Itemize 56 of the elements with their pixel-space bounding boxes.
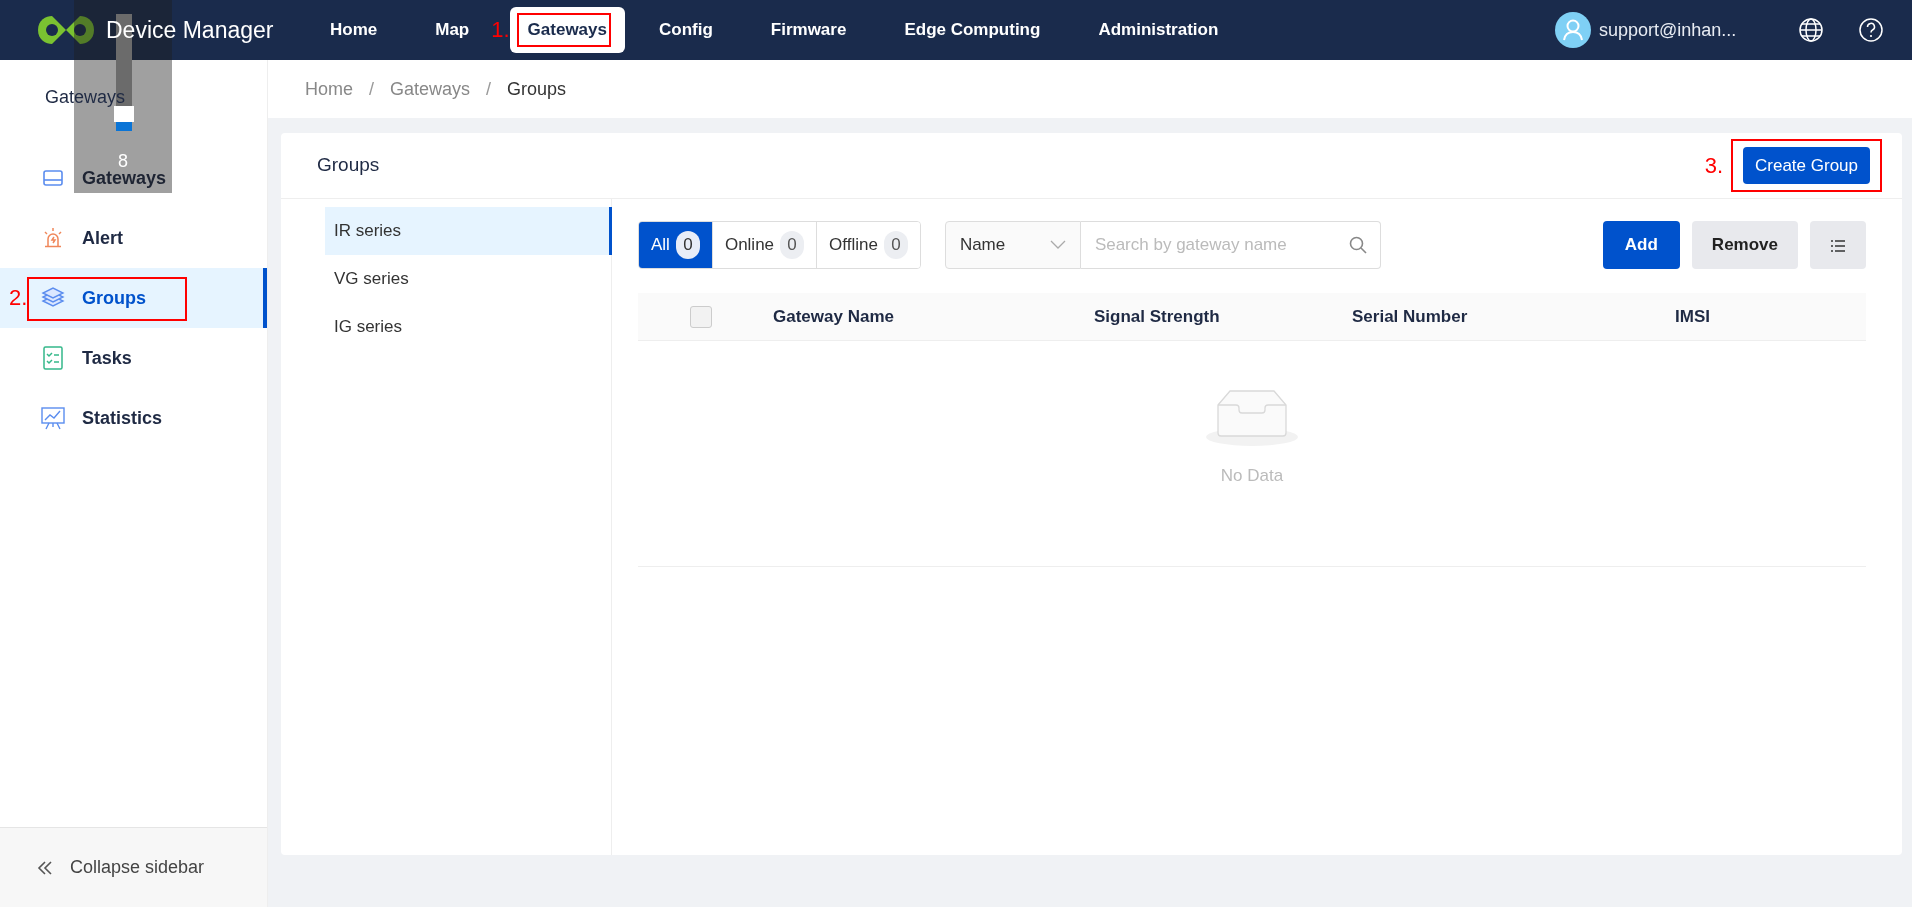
breadcrumb-current: Groups — [507, 77, 567, 101]
select-all-checkbox[interactable] — [690, 305, 712, 328]
breadcrumb-link[interactable]: Home — [305, 75, 353, 103]
count-badge: 0 — [675, 231, 700, 259]
breadcrumb-separator: / — [369, 77, 375, 101]
sidebar-item[interactable]: Statistics — [0, 388, 267, 448]
alarm-icon — [42, 227, 64, 249]
add-button[interactable]: Add — [1602, 221, 1680, 269]
nav-tab[interactable]: Edge Computing — [886, 7, 1059, 53]
list-icon — [1830, 238, 1846, 253]
breadcrumb-link[interactable]: Gateways — [390, 75, 471, 103]
chart-board-icon — [41, 406, 65, 430]
column-header: Signal Strength — [1094, 305, 1220, 328]
nav-tab[interactable]: Firmware — [752, 7, 865, 53]
annotation-number: 2. — [9, 287, 28, 309]
card-title: Groups — [317, 153, 380, 178]
drive-icon — [42, 169, 64, 187]
avatar-icon — [1555, 12, 1591, 48]
search-field[interactable]: Search by gateway name — [1080, 221, 1381, 269]
user-email[interactable]: support@inhan... — [1599, 16, 1774, 44]
nav-tab[interactable]: Config — [641, 7, 731, 53]
filter-tab[interactable]: Offline 0 — [816, 222, 920, 268]
volume-reading: 8 — [117, 150, 129, 171]
nav-tab[interactable]: Map — [417, 7, 488, 53]
checklist-icon — [43, 346, 63, 370]
breadcrumb-separator: / — [486, 77, 492, 101]
nav-tab[interactable]: Home — [312, 7, 396, 53]
filter-tab[interactable]: All 0 — [639, 222, 712, 268]
field-select[interactable]: Name — [944, 221, 1081, 269]
sidebar-item[interactable]: Tasks — [0, 328, 267, 388]
nav-tab[interactable]: Gateways — [509, 7, 625, 53]
annotation-number: 1. — [491, 19, 510, 41]
column-settings-button[interactable] — [1810, 221, 1866, 269]
column-header: Serial Number — [1352, 305, 1468, 328]
search-icon — [1348, 236, 1367, 254]
group-item[interactable]: IR series — [325, 207, 612, 255]
remove-button[interactable]: Remove — [1691, 221, 1798, 269]
empty-message: No Data — [1220, 465, 1284, 487]
create-group-button[interactable]: Create Group — [1743, 146, 1870, 185]
count-badge: 0 — [883, 231, 908, 259]
annotation-number: 3. — [1704, 154, 1723, 177]
globe-icon[interactable] — [1798, 17, 1824, 43]
help-icon[interactable] — [1858, 17, 1884, 43]
count-badge: 0 — [780, 231, 805, 259]
volume-thumb[interactable] — [114, 105, 134, 122]
chevron-down-icon — [1049, 240, 1066, 250]
double-chevron-icon — [36, 858, 54, 877]
column-header: Gateway Name — [773, 305, 894, 328]
collapse-sidebar-button[interactable]: Collapse sidebar — [0, 827, 267, 907]
group-item[interactable]: VG series — [325, 255, 612, 303]
layers-icon — [41, 287, 65, 309]
group-item[interactable]: IG series — [325, 303, 612, 351]
nav-tab[interactable]: Administration — [1080, 7, 1237, 53]
app-title: Device Manager — [106, 15, 274, 45]
sidebar-item[interactable]: Alert — [0, 208, 267, 268]
column-header: IMSI — [1675, 305, 1710, 328]
